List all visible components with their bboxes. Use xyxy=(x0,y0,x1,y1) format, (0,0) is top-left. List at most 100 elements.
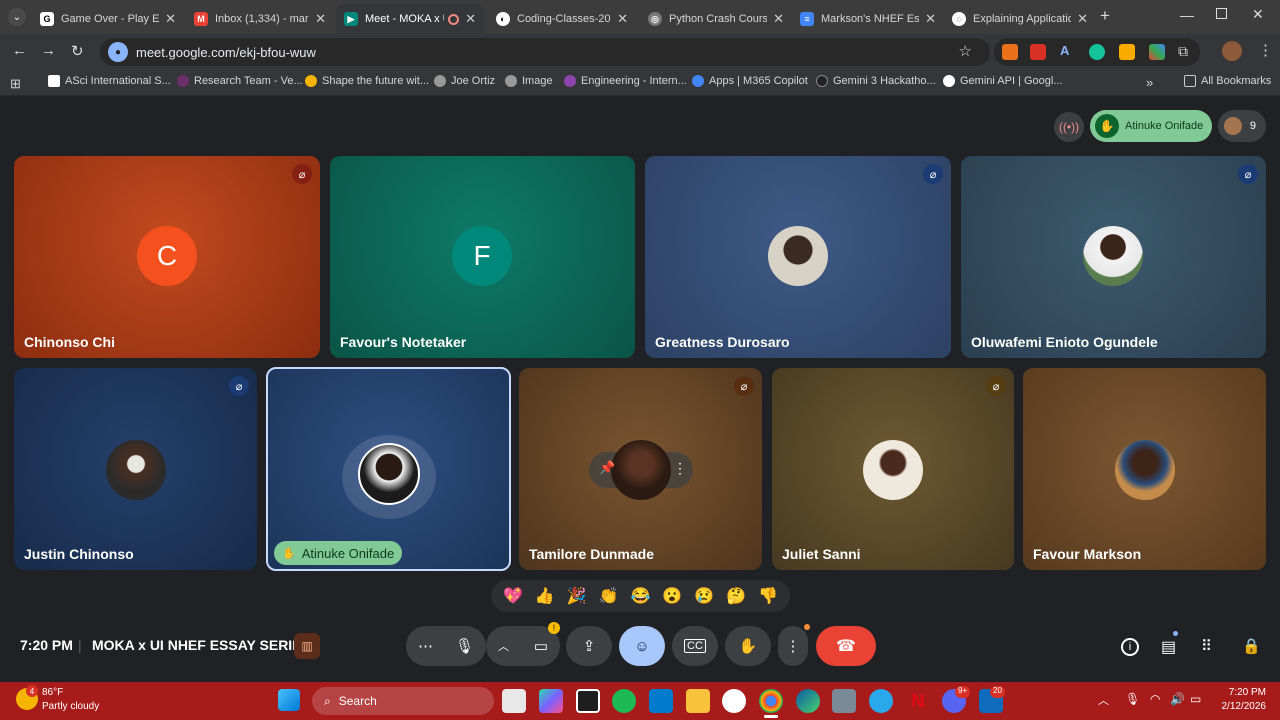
tab-6[interactable]: ◌ Explaining Applicatio ✕ xyxy=(944,4,1096,34)
menu-dots-icon[interactable]: ⋮ xyxy=(1258,41,1273,59)
tab-5[interactable]: ≡ Markson's NHEF Essa ✕ xyxy=(792,4,944,34)
participant-tile[interactable]: ⌀ Juliet Sanni xyxy=(772,368,1014,570)
taskbar-date[interactable]: 2/12/2026 xyxy=(1210,701,1267,712)
wifi-icon[interactable]: ◠ xyxy=(1150,692,1160,706)
close-icon[interactable]: ✕ xyxy=(925,11,936,27)
meeting-info-icon[interactable]: i xyxy=(1121,638,1139,656)
close-icon[interactable]: ✕ xyxy=(617,11,628,27)
thumbs-down-reaction-icon[interactable]: 👎 xyxy=(758,586,778,606)
close-icon[interactable]: ✕ xyxy=(465,11,476,27)
reload-icon[interactable]: ↻ xyxy=(71,42,84,60)
a-extension-icon[interactable]: A xyxy=(1060,43,1069,58)
more-options-icon[interactable]: ⋮ xyxy=(673,460,687,477)
chevron-up-icon[interactable]: ︿ xyxy=(498,638,509,654)
participant-tile[interactable]: ⌀ Greatness Durosaro xyxy=(645,156,951,358)
bookmark-8[interactable]: Gemini API | Googl... xyxy=(943,75,1063,87)
sad-reaction-icon[interactable]: 😢 xyxy=(694,586,714,606)
profile-avatar[interactable] xyxy=(1222,41,1242,61)
participant-tile[interactable]: C ⌀ Chinonso Chi xyxy=(14,156,320,358)
all-bookmarks[interactable]: All Bookmarks xyxy=(1184,75,1271,87)
participant-tile[interactable]: ⌀ Oluwafemi Enioto Ogundele xyxy=(961,156,1266,358)
taskbar-time[interactable]: 7:20 PM xyxy=(1226,687,1266,698)
bookmark-7[interactable]: Gemini 3 Hackatho... xyxy=(816,75,936,87)
minimize-icon[interactable]: — xyxy=(1180,7,1194,23)
window-close-icon[interactable]: ✕ xyxy=(1252,6,1264,23)
participant-tile[interactable]: F Favour's Notetaker xyxy=(330,156,635,358)
volume-icon[interactable]: 🔊 xyxy=(1170,692,1185,706)
slack-icon[interactable] xyxy=(722,689,746,713)
windows-start-icon[interactable] xyxy=(278,689,300,711)
jetbrains-icon[interactable] xyxy=(576,689,600,713)
participant-tile-active[interactable]: ✋ Atinuke Onifade xyxy=(266,367,511,571)
present-screen-button[interactable]: ⇪ xyxy=(566,626,612,666)
file-explorer-icon[interactable] xyxy=(686,689,710,713)
camera-icon[interactable]: ▭ xyxy=(534,637,548,655)
close-icon[interactable]: ✕ xyxy=(165,11,176,27)
bookmark-1[interactable]: Research Team - Ve... xyxy=(177,75,303,87)
close-icon[interactable]: ✕ xyxy=(1077,11,1088,27)
chat-icon[interactable]: ▤ xyxy=(1161,637,1176,657)
telegram-icon[interactable] xyxy=(869,689,893,713)
microphone-tray-icon[interactable]: 🎙 xyxy=(1125,692,1140,706)
reactions-button[interactable]: ☺ xyxy=(619,626,665,666)
tab-1[interactable]: M Inbox (1,334) - marks ✕ xyxy=(186,4,334,34)
party-reaction-icon[interactable]: 🎉 xyxy=(567,586,587,606)
close-icon[interactable]: ✕ xyxy=(773,11,784,27)
bookmark-6[interactable]: Apps | M365 Copilot xyxy=(692,75,808,87)
fox-extension-icon[interactable] xyxy=(1002,44,1018,60)
record-extension-icon[interactable] xyxy=(1030,44,1046,60)
participant-tile[interactable]: 📌 ⋮ ⌀ Tamilore Dunmade xyxy=(519,368,762,570)
broadcast-icon[interactable]: ((•)) xyxy=(1054,112,1084,142)
bookmark-2[interactable]: Shape the future wit... xyxy=(305,75,429,87)
puzzle-icon[interactable]: ⧉ xyxy=(1178,43,1188,60)
vscode-icon[interactable] xyxy=(649,689,673,713)
tab-3[interactable]: ◐ Coding-Classes-2026 ✕ xyxy=(488,4,636,34)
bookmark-0[interactable]: ASci International S... xyxy=(48,75,171,87)
battery-icon[interactable]: ▭ xyxy=(1190,692,1201,706)
grammarly-icon[interactable] xyxy=(1089,44,1105,60)
pin-icon[interactable]: 📌 xyxy=(599,460,615,476)
more-options-button[interactable]: ⋮ xyxy=(778,624,810,666)
new-tab-icon[interactable]: + xyxy=(1100,6,1110,26)
thumbs-up-reaction-icon[interactable]: 👍 xyxy=(535,586,555,606)
captions-button[interactable]: CC xyxy=(672,626,718,666)
camera-app-icon[interactable] xyxy=(832,689,856,713)
edge-icon[interactable] xyxy=(796,689,820,713)
bookmark-4[interactable]: Image xyxy=(505,75,553,87)
more-audio-options-icon[interactable]: ⋯ xyxy=(418,637,433,655)
participant-tile[interactable]: ⌀ Justin Chinonso xyxy=(14,368,257,570)
netflix-icon[interactable]: N xyxy=(906,689,930,713)
participants-button[interactable]: 9 xyxy=(1218,110,1266,142)
site-info-icon[interactable]: ● xyxy=(108,42,128,62)
heart-reaction-icon[interactable]: 💖 xyxy=(503,586,523,606)
clap-reaction-icon[interactable]: 👏 xyxy=(599,586,619,606)
maximize-icon[interactable] xyxy=(1216,8,1227,19)
tab-0[interactable]: G Game Over - Play Ed ✕ xyxy=(32,4,184,34)
thinking-reaction-icon[interactable]: 🤔 xyxy=(726,586,746,606)
host-controls-icon[interactable]: ▥ xyxy=(294,633,320,659)
tab-2-active[interactable]: ▶ Meet - MOKA x U ✕ xyxy=(336,4,484,34)
bookmark-5[interactable]: Engineering - Intern... xyxy=(564,75,687,87)
copilot-icon[interactable] xyxy=(539,689,563,713)
surprised-reaction-icon[interactable]: 😮 xyxy=(662,586,682,606)
chevron-up-icon[interactable]: ︿ xyxy=(1098,692,1109,708)
raised-hand-chip[interactable]: ✋ Atinuke Onifade xyxy=(1090,110,1212,142)
tab-4[interactable]: ◎ Python Crash Course ✕ xyxy=(640,4,792,34)
laugh-reaction-icon[interactable]: 😂 xyxy=(630,586,650,606)
bookmark-3[interactable]: Joe Ortiz xyxy=(434,75,495,87)
color-extension-icon[interactable] xyxy=(1149,44,1165,60)
tab-search-icon[interactable]: ⌄ xyxy=(8,8,26,26)
apps-grid-icon[interactable]: ⊞ xyxy=(10,76,21,92)
participant-tile[interactable]: Favour Markson xyxy=(1023,368,1266,570)
back-icon[interactable]: ← xyxy=(12,42,27,59)
microphone-icon[interactable]: 🎙 xyxy=(455,637,474,655)
url-text[interactable]: meet.google.com/ekj-bfou-wuw xyxy=(136,45,316,60)
leave-call-button[interactable]: ☎ xyxy=(816,626,876,666)
raise-hand-button[interactable]: ✋ xyxy=(725,626,771,666)
taskbar-search[interactable]: ⌕ Search xyxy=(312,687,494,715)
forward-icon[interactable]: → xyxy=(41,42,56,59)
task-view-icon[interactable] xyxy=(502,689,526,713)
bookmark-star-icon[interactable]: ☆ xyxy=(959,42,972,60)
activities-icon[interactable]: ⠿ xyxy=(1201,637,1212,655)
extension-icon[interactable] xyxy=(1119,44,1135,60)
